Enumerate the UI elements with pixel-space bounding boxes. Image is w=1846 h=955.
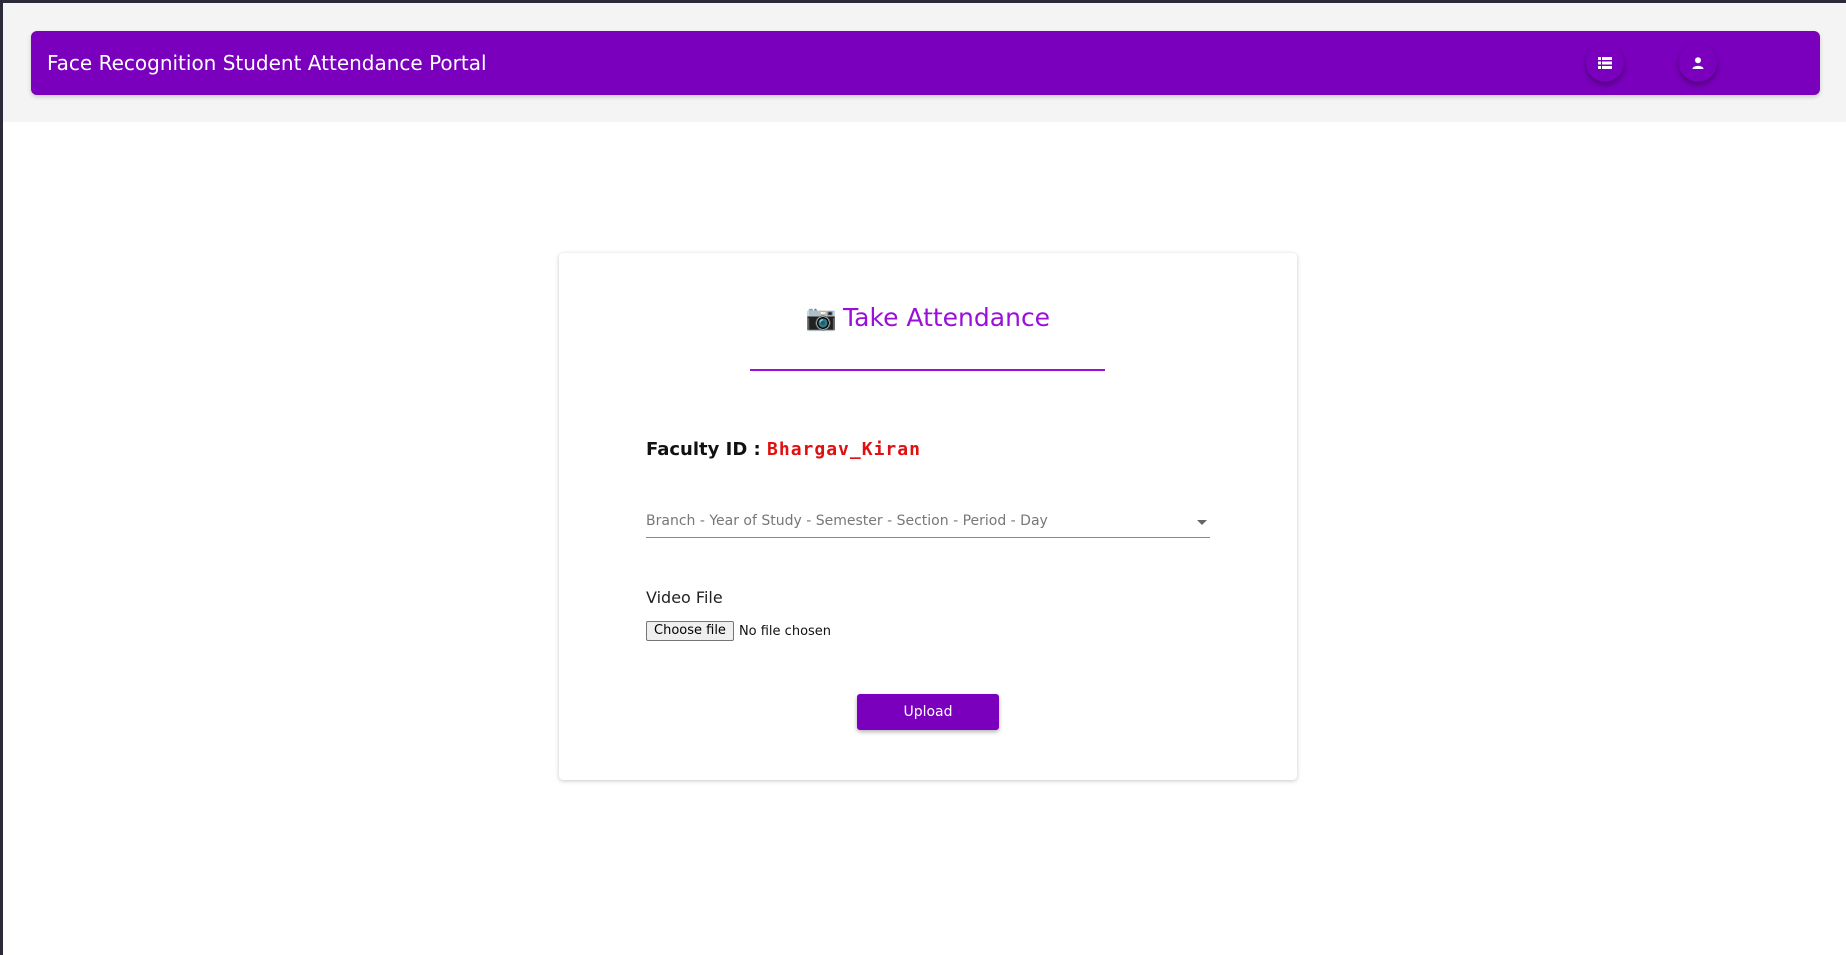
class-select-placeholder: Branch - Year of Study - Semester - Sect… — [646, 513, 1048, 529]
card-title: 📷 Take Attendance — [559, 303, 1297, 333]
page: Face Recognition Student Attendance Port… — [0, 0, 1846, 955]
class-select[interactable]: Branch - Year of Study - Semester - Sect… — [646, 511, 1210, 538]
profile-button[interactable] — [1679, 44, 1717, 82]
file-status: No file chosen — [738, 623, 832, 639]
video-file-input: Choose file No file chosen — [646, 620, 831, 642]
faculty-label: Faculty ID : — [646, 439, 761, 460]
faculty-info: Faculty ID : Bhargav_Kiran — [646, 439, 921, 460]
video-file-label: Video File — [646, 588, 723, 607]
user-icon — [1692, 57, 1704, 69]
list-button[interactable] — [1586, 44, 1624, 82]
app-title: Face Recognition Student Attendance Port… — [47, 51, 487, 75]
attendance-card: 📷 Take Attendance Faculty ID : Bhargav_Ki… — [559, 253, 1297, 780]
choose-file-button[interactable]: Choose file — [646, 621, 734, 641]
caret-down-icon — [1197, 520, 1207, 525]
title-divider — [750, 369, 1105, 371]
navbar: Face Recognition Student Attendance Port… — [31, 31, 1820, 95]
list-icon — [1598, 57, 1612, 69]
faculty-id: Bhargav_Kiran — [767, 439, 921, 460]
card-title-text: Take Attendance — [843, 303, 1051, 332]
camera-icon: 📷 — [805, 303, 838, 332]
upload-button[interactable]: Upload — [857, 694, 999, 730]
